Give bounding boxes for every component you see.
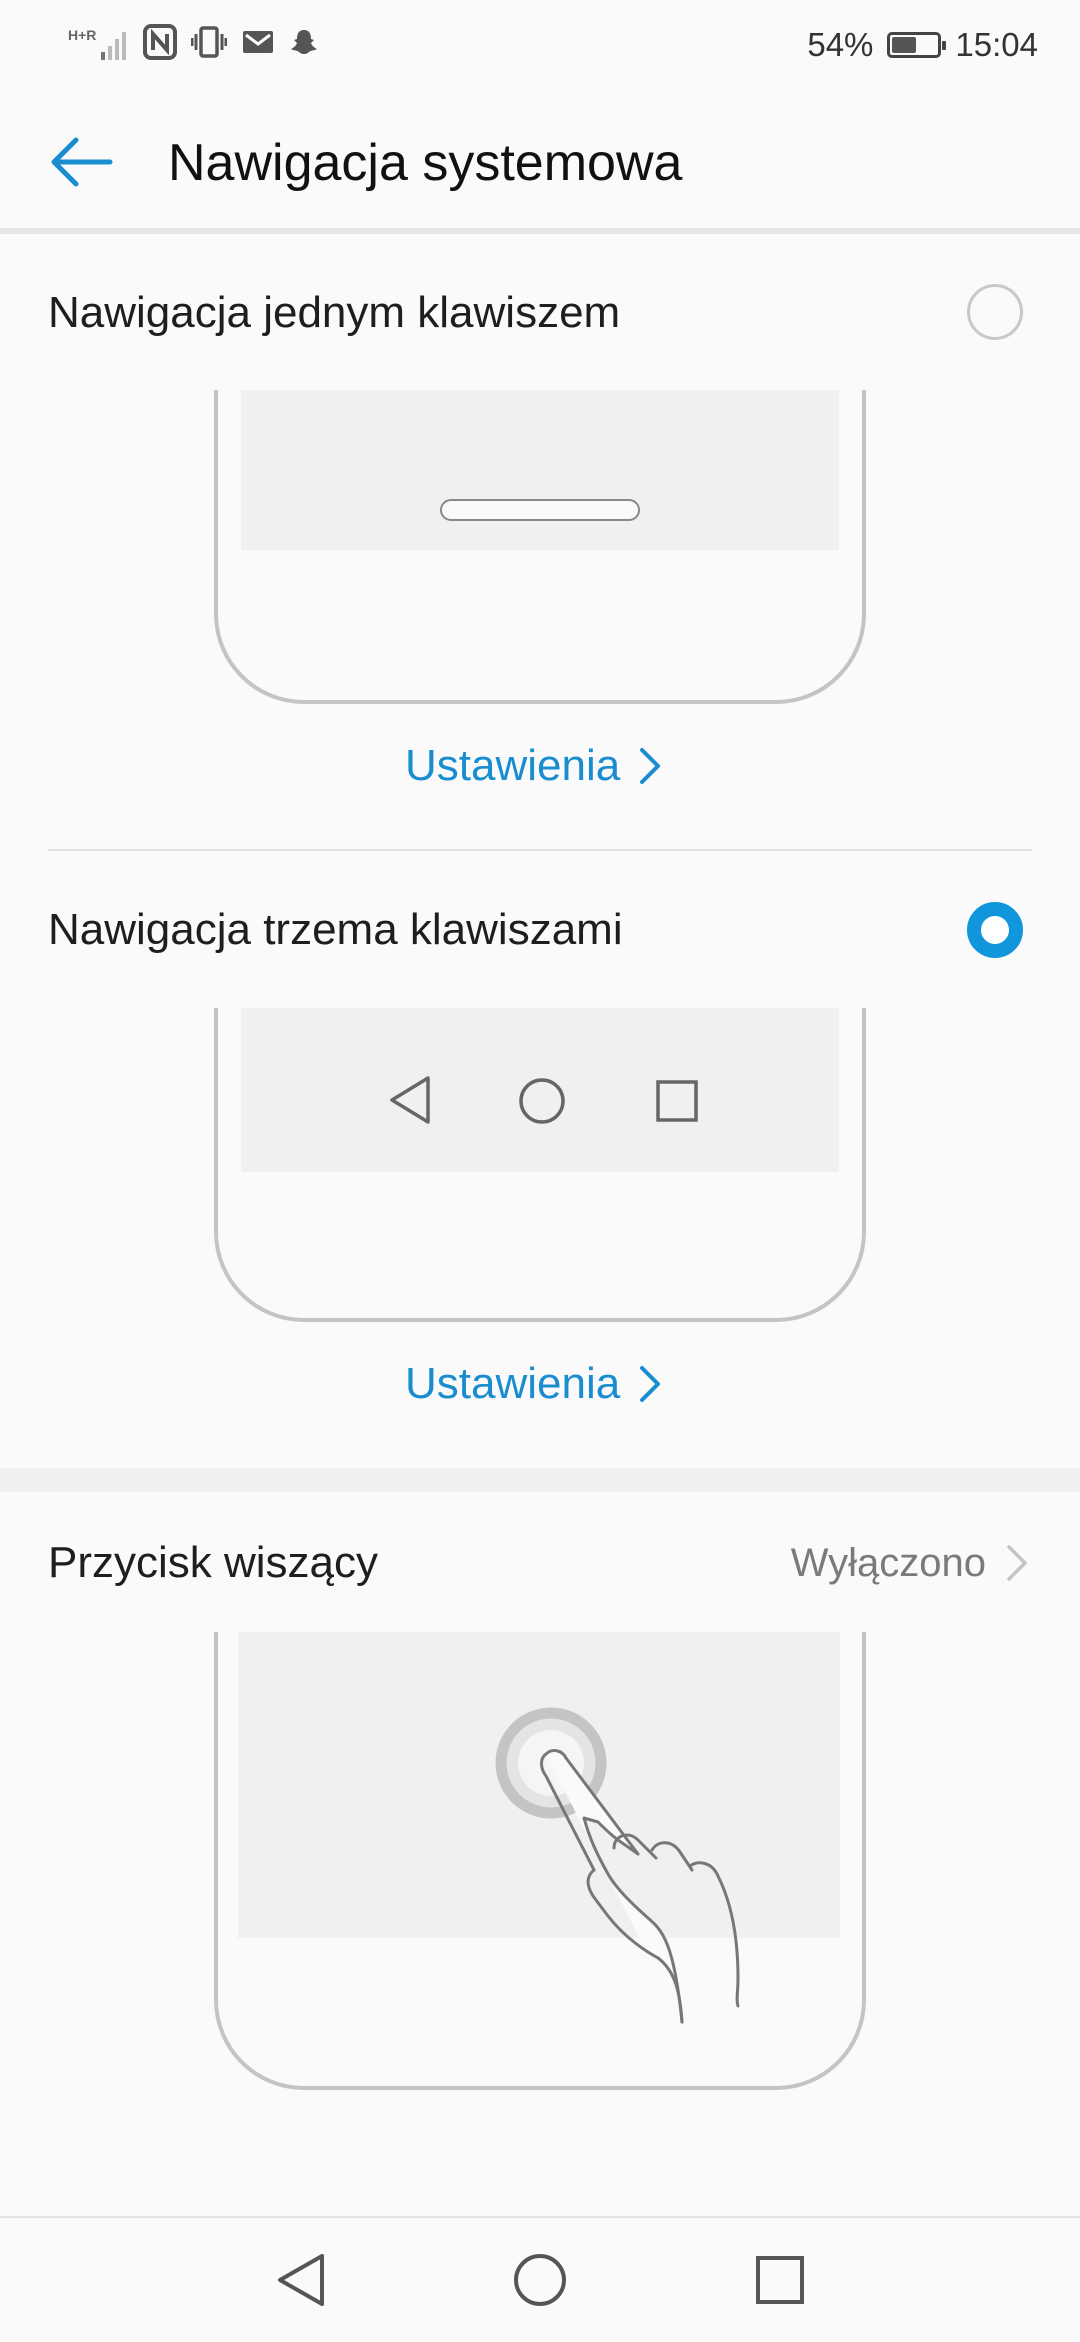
gmail-icon bbox=[241, 28, 275, 61]
section-gap bbox=[0, 1468, 1080, 1492]
option-single-key-title: Nawigacja jednym klawiszem bbox=[48, 288, 621, 337]
signal-icon: H+R bbox=[68, 28, 129, 60]
app-bar-divider bbox=[0, 228, 1080, 234]
recents-square-icon bbox=[656, 1080, 698, 1122]
chevron-right-icon bbox=[1007, 1545, 1027, 1581]
back-triangle-icon bbox=[390, 1076, 430, 1124]
network-type-label: H+R bbox=[68, 27, 97, 43]
option-three-keys-radio[interactable] bbox=[967, 902, 1023, 958]
nav-home-button[interactable] bbox=[510, 2250, 570, 2310]
floating-button-value: Wyłączono bbox=[790, 1541, 986, 1585]
floating-button-title: Przycisk wiszący bbox=[48, 1538, 379, 1587]
page-title: Nawigacja systemowa bbox=[168, 134, 683, 192]
option-three-keys-title: Nawigacja trzema klawiszami bbox=[48, 905, 623, 954]
status-right: 54% 15:04 bbox=[807, 20, 1038, 70]
nfc-icon bbox=[143, 23, 178, 65]
option-divider bbox=[48, 849, 1032, 851]
vibrate-icon bbox=[190, 24, 228, 65]
status-icons: H+R bbox=[68, 23, 319, 65]
clock: 15:04 bbox=[955, 26, 1038, 63]
chevron-right-icon bbox=[640, 748, 661, 784]
snapchat-icon bbox=[289, 27, 319, 62]
single-key-settings-link[interactable]: Ustawienia bbox=[405, 736, 662, 796]
battery-percent: 54% bbox=[807, 26, 874, 63]
home-pill-icon bbox=[440, 499, 640, 521]
nav-recents-button[interactable] bbox=[752, 2252, 808, 2308]
floating-button-value-group: Wyłączono bbox=[791, 1533, 1028, 1593]
home-circle-icon bbox=[519, 1078, 565, 1124]
status-bar: H+R 54% 15:04 bbox=[0, 0, 1080, 90]
finger-tap-icon bbox=[495, 1707, 740, 2024]
chevron-right-icon bbox=[640, 1366, 661, 1402]
nav-back-button[interactable] bbox=[270, 2250, 334, 2310]
settings-link-label: Ustawienia bbox=[405, 741, 621, 790]
settings-link-label: Ustawienia bbox=[405, 1359, 621, 1408]
three-keys-settings-link[interactable]: Ustawienia bbox=[405, 1354, 662, 1414]
arrow-left-icon bbox=[51, 137, 113, 187]
back-button[interactable] bbox=[42, 122, 122, 202]
battery-icon bbox=[887, 32, 947, 58]
option-single-key-radio[interactable] bbox=[967, 284, 1023, 340]
single-key-preview-screen bbox=[241, 390, 839, 550]
